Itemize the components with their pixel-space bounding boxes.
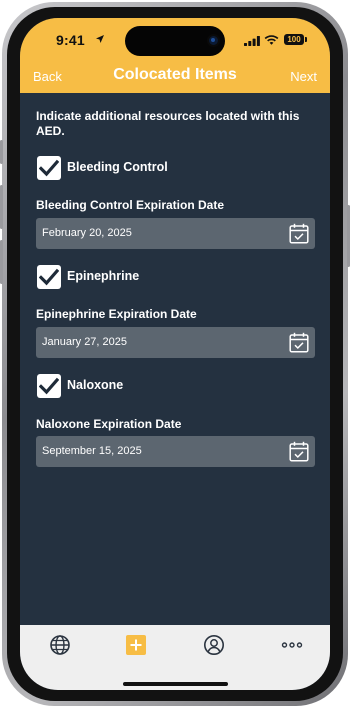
checkbox-label: Bleeding Control [67,160,168,174]
add-icon[interactable] [124,633,148,657]
checkbox-label: Epinephrine [67,269,140,283]
epinephrine-checkbox[interactable] [37,265,61,289]
battery-icon: 100 [284,34,307,45]
screen: 9:41 100 Back Colocated Items Next Indic… [20,18,330,690]
tab-bar [20,625,330,690]
location-arrow-icon [96,35,104,43]
checkmark-icon [39,268,59,286]
profile-icon[interactable] [202,633,226,657]
home-indicator [123,682,228,686]
intro-text: Indicate additional resources located wi… [36,109,300,138]
calendar-icon[interactable] [289,223,309,244]
camera-icon [209,36,218,45]
naloxone-date-field[interactable]: September 15, 2025 [36,436,315,467]
wifi-icon [264,35,279,45]
bleeding-control-date-field[interactable]: February 20, 2025 [36,218,315,249]
signal-icon [244,36,260,46]
checkbox-label: Naloxone [67,378,124,392]
bleeding-control-checkbox[interactable] [37,156,61,180]
checkmark-icon [39,159,59,177]
side-button-left-1 [0,140,3,164]
date-value: February 20, 2025 [42,227,132,239]
form-content: Indicate additional resources located wi… [20,93,330,625]
date-field-label: Epinephrine Expiration Date [36,307,197,321]
epinephrine-date-field[interactable]: January 27, 2025 [36,327,315,358]
calendar-icon[interactable] [289,332,309,353]
next-button[interactable]: Next [290,69,317,84]
more-icon[interactable] [280,633,304,657]
header: 9:41 100 Back Colocated Items Next [20,18,330,93]
side-button-left-2 [0,185,3,229]
date-field-label: Naloxone Expiration Date [36,417,182,431]
dynamic-island [125,26,225,56]
naloxone-checkbox[interactable] [37,374,61,398]
checkmark-icon [39,377,59,395]
page-title: Colocated Items [113,66,237,83]
globe-icon[interactable] [48,633,72,657]
date-value: September 15, 2025 [42,445,142,457]
date-field-label: Bleeding Control Expiration Date [36,198,225,212]
date-value: January 27, 2025 [42,336,128,348]
side-button-left-3 [0,240,3,284]
status-time: 9:41 [56,32,85,48]
calendar-icon[interactable] [289,441,309,462]
